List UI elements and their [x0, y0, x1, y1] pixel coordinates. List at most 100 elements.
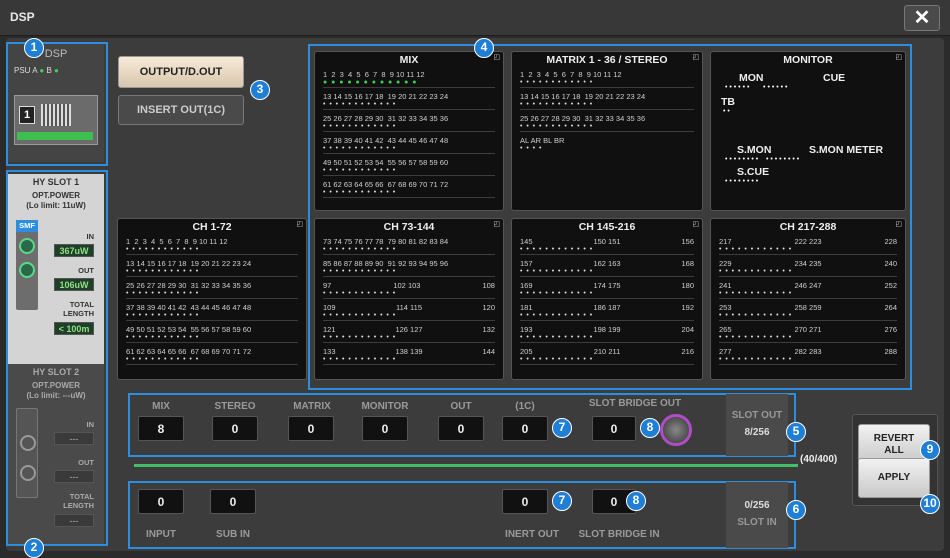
hy-slot-2[interactable]: HY SLOT 2 OPT.POWER (Lo limit: ---uW) IN… — [8, 364, 104, 544]
expand-icon: ◰ — [493, 54, 500, 61]
out-mix-value: 8 — [138, 416, 184, 441]
out-matrix-label: MATRIX — [293, 401, 331, 412]
mix-block[interactable]: MIX ◰ 1 2 3 4 5 6 7 8 9 10 11 12 ● ● ● ● … — [314, 51, 504, 211]
sub-in-value: 0 — [210, 489, 256, 514]
matrix-block[interactable]: MATRIX 1 - 36 / STEREO ◰ 1 2 3 4 5 6 7 8… — [511, 51, 703, 211]
ch-145-216-title: CH 145-216 — [578, 221, 636, 233]
input-label: INPUT — [146, 529, 176, 540]
callout-badge: 1 — [24, 38, 44, 58]
connector-icon — [19, 262, 35, 278]
ch-73-144-block[interactable]: CH 73-144 ◰ 73 74 75 76 77 78 79 80 81 8… — [314, 218, 504, 380]
callout-badge: 7 — [552, 491, 572, 511]
expand-icon: ◰ — [692, 221, 699, 228]
ch-1-72-title: CH 1-72 — [192, 221, 232, 233]
slot1-limit: (Lo limit: 11uW) — [26, 201, 86, 210]
tb-label: TB — [721, 96, 735, 108]
status-bar — [17, 132, 93, 140]
slot-out-box: SLOT OUT 8/256 — [726, 394, 788, 456]
input-value: 0 — [138, 489, 184, 514]
scue-label: S.CUE — [737, 166, 770, 178]
connector-icon — [20, 435, 36, 451]
slot2-opt-power: OPT.POWER — [31, 381, 80, 390]
out-out-value: 0 — [438, 416, 484, 441]
slot1-in-label: IN — [86, 232, 95, 241]
slot-out-label: SLOT OUT — [731, 410, 783, 421]
ch-73-144-title: CH 73-144 — [383, 221, 435, 233]
output-dout-button[interactable]: OUTPUT/D.OUT — [118, 56, 244, 88]
slot-bridge-out-knob[interactable] — [660, 414, 692, 446]
matrix-title: MATRIX 1 - 36 / STEREO — [546, 54, 668, 66]
smon-label: S.MON — [737, 144, 772, 156]
insert-out-button[interactable]: INSERT OUT(1C) — [118, 95, 244, 125]
slot1-total-label: TOTAL LENGTH — [63, 300, 94, 318]
mix-title: MIX — [399, 54, 419, 66]
connector-icon — [19, 238, 35, 254]
callout-badge: 7 — [552, 418, 572, 438]
smon-meter-label: S.MON METER — [809, 144, 884, 156]
ch-217-288-title: CH 217-288 — [779, 221, 837, 233]
callout-badge: 6 — [786, 500, 806, 520]
inert-out-value: 0 — [502, 489, 548, 514]
out-1c-value: 0 — [502, 416, 548, 441]
sub-in-label: SUB IN — [216, 529, 250, 540]
unit-number: 1 — [19, 106, 35, 124]
slot-bridge-out-value[interactable]: 0 — [592, 416, 636, 441]
mon-label: MON — [739, 72, 764, 84]
slot-out-value: 8/256 — [744, 427, 770, 438]
callout-badge: 8 — [640, 418, 660, 438]
smf-label: SMF — [16, 220, 38, 232]
cue-label: CUE — [823, 72, 846, 84]
expand-icon: ◰ — [493, 221, 500, 228]
monitor-title: MONITOR — [783, 54, 833, 66]
psu-indicator: PSU A ● B ● — [14, 66, 59, 75]
dsp-label: DSP — [44, 48, 68, 60]
out-monitor-label: MONITOR — [361, 401, 409, 412]
monitor-block[interactable]: MONITOR ◰ MON CUE • • • • • • • • • • • … — [710, 51, 906, 211]
slot-in-value: 0/256 — [744, 500, 770, 511]
apply-button[interactable]: APPLY — [858, 458, 930, 498]
slot2-in-value: --- — [54, 432, 94, 445]
expand-icon: ◰ — [296, 221, 303, 228]
callout-badge: 10 — [920, 494, 940, 514]
slot2-limit: (Lo limit: ---uW) — [26, 391, 86, 400]
ch-145-216-block[interactable]: CH 145-216 ◰ 145 150 151 156 • • • • • • • … — [511, 218, 703, 380]
slot-bridge-out-label: SLOT BRIDGE OUT — [588, 398, 682, 409]
slot-bridge-in-label: SLOT BRIDGE IN — [578, 529, 660, 540]
slot2-out-label: OUT — [78, 458, 94, 467]
total-count: (40/400) — [800, 454, 838, 465]
callout-badge: 5 — [786, 422, 806, 442]
sfp-module: SMF — [16, 220, 38, 310]
slot1-total-value: < 100m — [54, 322, 94, 335]
close-button[interactable]: ✕ — [904, 5, 940, 31]
ch-217-288-block[interactable]: CH 217-288 ◰ 217 222 223 228 • • • • • • • … — [710, 218, 906, 380]
slot1-out-value: 106uW — [54, 278, 94, 291]
callout-badge: 9 — [920, 440, 940, 460]
inert-out-label: INERT OUT — [505, 529, 559, 540]
window-title: DSP — [10, 10, 35, 24]
out-1c-label: (1C) — [515, 401, 535, 412]
slot2-title: HY SLOT 2 — [32, 367, 80, 377]
slot2-total-value: --- — [54, 514, 94, 527]
callout-badge: 2 — [24, 538, 44, 558]
hy-slot-1[interactable]: HY SLOT 1 OPT.POWER (Lo limit: 11uW) SMF… — [8, 174, 104, 364]
slot2-total-label: TOTAL LENGTH — [63, 492, 94, 510]
slot2-in-label: IN — [86, 420, 95, 429]
callout-badge: 3 — [250, 80, 270, 100]
allocation-meter-bar — [134, 464, 798, 467]
slot1-title: HY SLOT 1 — [32, 177, 80, 187]
dsp-device-icon: 1 — [14, 95, 98, 145]
out-matrix-value: 0 — [288, 416, 334, 441]
slot1-in-value: 367uW — [54, 244, 94, 257]
expand-icon: ◰ — [895, 221, 902, 228]
out-monitor-value: 0 — [362, 416, 408, 441]
slot-in-label: SLOT IN — [737, 517, 777, 528]
title-bar: DSP ✕ — [0, 0, 950, 36]
callout-badge: 4 — [474, 38, 494, 58]
expand-icon: ◰ — [895, 54, 902, 61]
slot1-opt-power: OPT.POWER — [31, 191, 80, 200]
expand-icon: ◰ — [692, 54, 699, 61]
sfp-module — [16, 408, 38, 498]
slot1-out-label: OUT — [78, 266, 94, 275]
ch-1-72-block[interactable]: CH 1-72 ◰ 1 2 3 4 5 6 7 8 9 10 11 12 • • … — [117, 218, 307, 380]
vent-grill-icon — [41, 104, 71, 126]
